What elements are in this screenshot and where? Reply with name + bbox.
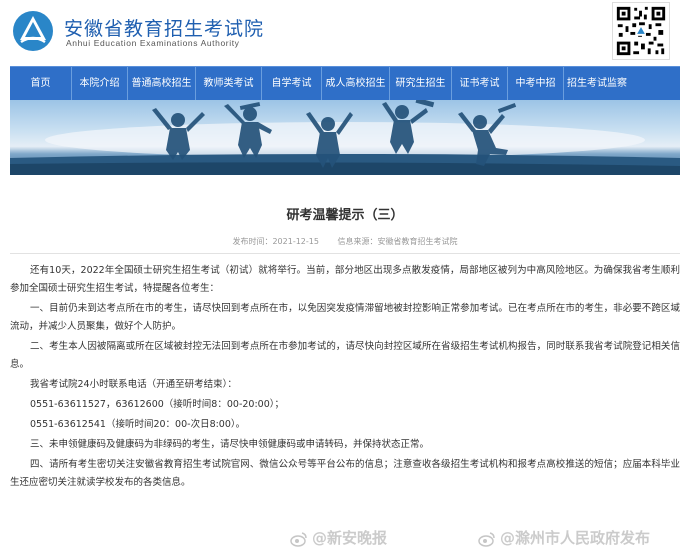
title-divider	[10, 253, 680, 254]
nav-item-2[interactable]: 普通高校招生	[128, 67, 196, 101]
nav-item-9[interactable]: 招生考试监察	[564, 67, 630, 101]
nav-item-3[interactable]: 教师类考试	[196, 67, 262, 101]
article-body: 还有10天，2022年全国硕士研究生招生考试（初试）就将举行。当前，部分地区出现…	[10, 262, 680, 494]
info-source: 信息来源：安徽省教育招生考试院	[337, 237, 458, 246]
site-header: 安徽省教育招生考试院 Anhui Education Examinations …	[0, 0, 690, 62]
banner-image	[10, 100, 680, 175]
graduates-silhouette-icon	[10, 100, 680, 175]
article-paragraph: 还有10天，2022年全国硕士研究生招生考试（初试）就将举行。当前，部分地区出现…	[10, 265, 680, 294]
article-paragraph: 二、考生本人因被隔离或所在区域被封控无法回到考点所在市参加考试的，请尽快向封控区…	[10, 341, 680, 370]
nav-item-7[interactable]: 证书考试	[452, 67, 508, 101]
publish-date: 发布时间：2021-12-15	[232, 237, 319, 246]
main-nav: 首页 本院介绍 普通高校招生 教师类考试 自学考试 成人高校招生 研究生招生 证书考试 中考中招…	[10, 66, 680, 101]
qr-code-icon	[612, 2, 670, 60]
watermark-chuzhou-gov: @滁州市人民政府发布	[478, 527, 650, 548]
site-title: 安徽省教育招生考试院	[64, 18, 265, 40]
article-paragraph: 我省考试院24小时联系电话（开通至研考结束）：	[30, 379, 237, 390]
article-paragraph: 三、未申领健康码及健康码为非绿码的考生，请尽快申领健康码或申请转码，并保持状态正…	[30, 439, 430, 450]
article-paragraph: 四、请所有考生密切关注安徽省教育招生考试院官网、微信公众号等平台公布的信息；注意…	[10, 459, 680, 488]
authority-logo-icon[interactable]	[12, 10, 54, 52]
watermark-xinan-evening: @新安晚报	[290, 527, 387, 548]
article-paragraph: 0551-63612541（接听时间20：00-次日8:00）。	[30, 419, 246, 430]
site-subtitle: Anhui Education Examinations Authority	[66, 38, 240, 48]
article-paragraph: 一、目前仍未到达考点所在市的考生，请尽快回到考点所在市，以免因突发疫情滞留地被封…	[10, 303, 680, 332]
article-title: 研考温馨提示（三）	[286, 208, 404, 223]
nav-item-1[interactable]: 本院介绍	[72, 67, 128, 101]
nav-item-5[interactable]: 成人高校招生	[322, 67, 390, 101]
nav-item-8[interactable]: 中考中招	[508, 67, 564, 101]
watermark-left-text: @新安晚报	[312, 529, 388, 547]
weibo-icon	[478, 531, 495, 547]
article-meta: 发布时间：2021-12-15 信息来源：安徽省教育招生考试院	[0, 236, 690, 247]
nav-item-0[interactable]: 首页	[10, 67, 72, 101]
watermark-right-text: @滁州市人民政府发布	[500, 529, 651, 547]
weibo-icon	[290, 531, 307, 547]
nav-item-6[interactable]: 研究生招生	[390, 67, 452, 101]
nav-item-4[interactable]: 自学考试	[262, 67, 322, 101]
article-paragraph: 0551-63611527，63612600（接听时间8：00-20:00）；	[30, 399, 285, 410]
